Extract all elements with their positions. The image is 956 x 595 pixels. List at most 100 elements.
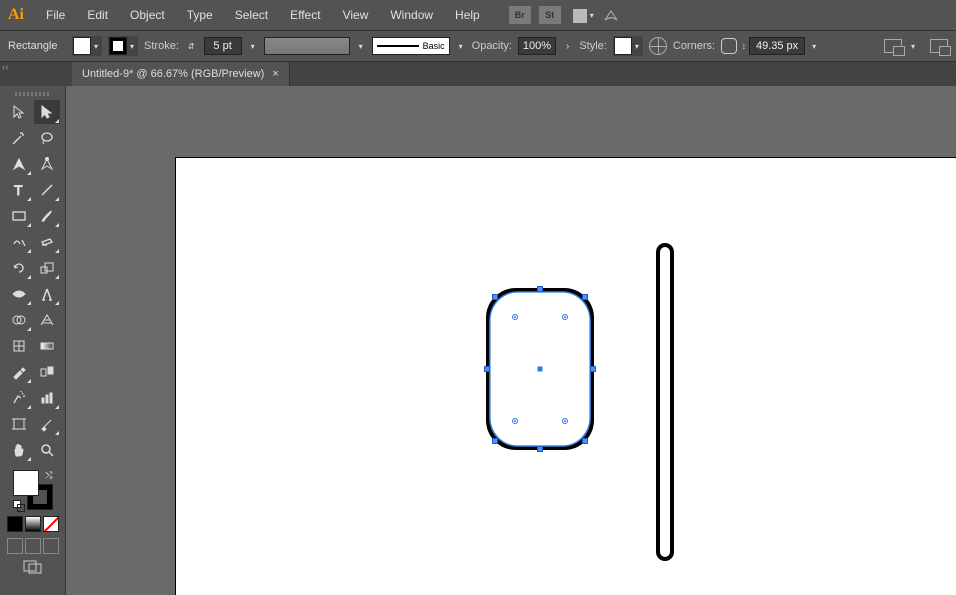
scale-tool[interactable] — [34, 256, 60, 280]
color-mode-none-icon[interactable] — [43, 516, 59, 532]
shaper-tool[interactable] — [6, 230, 32, 254]
stroke-swatch[interactable]: ▾ — [108, 36, 138, 56]
selection-handle[interactable] — [590, 366, 596, 372]
gradient-tool[interactable] — [34, 334, 60, 358]
eraser-tool[interactable] — [34, 230, 60, 254]
type-tool[interactable]: T — [6, 178, 32, 202]
menu-object[interactable]: Object — [120, 4, 175, 26]
selection-handle[interactable] — [492, 438, 498, 444]
opacity-input[interactable] — [518, 37, 556, 55]
blend-tool[interactable] — [34, 360, 60, 384]
line-segment-tool[interactable] — [34, 178, 60, 202]
chevron-down-icon: ▾ — [590, 11, 594, 20]
curvature-tool[interactable] — [34, 152, 60, 176]
graphic-style-swatch[interactable]: ▾ — [613, 36, 643, 56]
arrange-documents-icon[interactable]: ▾ — [572, 8, 594, 22]
draw-behind-icon[interactable] — [25, 538, 41, 554]
selection-handle[interactable] — [492, 294, 498, 300]
chevron-down-icon[interactable]: ▾ — [908, 42, 918, 51]
collapse-handle-icon[interactable]: ‹‹ — [2, 62, 9, 73]
chevron-down-icon[interactable]: ▾ — [809, 42, 819, 51]
fill-color-icon[interactable] — [13, 470, 39, 496]
rounded-rectangle-shape[interactable] — [486, 288, 594, 450]
chevron-right-icon[interactable]: › — [562, 41, 573, 52]
selection-handle[interactable] — [582, 294, 588, 300]
rectangle-tool[interactable] — [6, 204, 32, 228]
stroke-weight-input[interactable] — [204, 37, 242, 55]
menu-effect[interactable]: Effect — [280, 4, 330, 26]
menu-type[interactable]: Type — [177, 4, 223, 26]
svg-text:T: T — [14, 182, 23, 198]
stock-icon[interactable]: St — [539, 6, 561, 24]
chevron-down-icon[interactable]: ▾ — [127, 42, 137, 51]
eyedropper-tool[interactable] — [6, 360, 32, 384]
search-icon[interactable] — [602, 5, 620, 26]
column-graph-tool[interactable] — [34, 386, 60, 410]
rotate-tool[interactable] — [6, 256, 32, 280]
fill-swatch[interactable]: ▾ — [72, 36, 102, 56]
selection-tool[interactable] — [6, 100, 32, 124]
chevron-down-icon[interactable]: ▾ — [248, 42, 258, 51]
rounded-rectangle-shape-2[interactable] — [656, 243, 674, 561]
slice-tool[interactable] — [34, 412, 60, 436]
color-mode-row — [7, 516, 59, 532]
corner-widget-icon[interactable] — [562, 314, 568, 320]
width-tool[interactable] — [6, 282, 32, 306]
color-mode-solid-icon[interactable] — [7, 516, 23, 532]
corner-widget-icon[interactable] — [562, 418, 568, 424]
lasso-tool[interactable] — [34, 126, 60, 150]
corner-widget-icon[interactable] — [512, 418, 518, 424]
app-logo-icon: Ai — [4, 3, 28, 27]
menu-select[interactable]: Select — [225, 4, 278, 26]
transform-icon[interactable] — [930, 39, 948, 53]
free-transform-tool[interactable] — [34, 282, 60, 306]
tools-panel: T ⤭ — [0, 86, 66, 595]
menu-edit[interactable]: Edit — [77, 4, 118, 26]
corner-radius-input[interactable] — [749, 37, 805, 55]
selection-handle[interactable] — [484, 366, 490, 372]
brush-definition[interactable]: Basic — [372, 37, 450, 55]
draw-inside-icon[interactable] — [43, 538, 59, 554]
symbol-sprayer-tool[interactable] — [6, 386, 32, 410]
swap-fill-stroke-icon[interactable]: ⤭ — [45, 470, 52, 481]
selection-handle[interactable] — [537, 446, 543, 452]
screen-mode-icon[interactable] — [23, 560, 43, 574]
mesh-tool[interactable] — [6, 334, 32, 358]
chevron-down-icon[interactable]: ▾ — [456, 42, 466, 51]
chevron-down-icon[interactable]: ▾ — [356, 42, 366, 51]
align-to-icon[interactable] — [884, 39, 902, 53]
direct-selection-tool[interactable] — [34, 100, 60, 124]
draw-normal-icon[interactable] — [7, 538, 23, 554]
selection-handle[interactable] — [582, 438, 588, 444]
magic-wand-tool[interactable] — [6, 126, 32, 150]
menu-view[interactable]: View — [333, 4, 379, 26]
selection-handle[interactable] — [537, 286, 543, 292]
variable-width-profile[interactable] — [264, 37, 350, 55]
close-icon[interactable]: × — [272, 68, 278, 80]
menu-window[interactable]: Window — [380, 4, 443, 26]
shape-builder-tool[interactable] — [6, 308, 32, 332]
chevron-down-icon[interactable]: ▾ — [632, 42, 642, 51]
menu-file[interactable]: File — [36, 4, 75, 26]
default-fill-stroke-icon[interactable] — [13, 500, 23, 510]
recolor-artwork-icon[interactable] — [649, 37, 667, 55]
document-tab[interactable]: Untitled-9* @ 66.67% (RGB/Preview) × — [72, 62, 290, 86]
stepper-icon[interactable]: ⇵ — [185, 42, 198, 51]
bridge-icon[interactable]: Br — [509, 6, 531, 24]
fill-stroke-control[interactable]: ⤭ — [13, 470, 53, 510]
paintbrush-tool[interactable] — [34, 204, 60, 228]
artboard-tool[interactable] — [6, 412, 32, 436]
pen-tool[interactable] — [6, 152, 32, 176]
panel-grip-icon[interactable] — [15, 92, 51, 96]
color-mode-gradient-icon[interactable] — [25, 516, 41, 532]
hand-tool[interactable] — [6, 438, 32, 462]
zoom-tool[interactable] — [34, 438, 60, 462]
chevron-down-icon[interactable]: ▾ — [91, 42, 101, 51]
perspective-grid-tool[interactable] — [34, 308, 60, 332]
corner-radius-link-icon[interactable] — [721, 38, 737, 54]
corner-widget-icon[interactable] — [512, 314, 518, 320]
menu-help[interactable]: Help — [445, 4, 490, 26]
canvas-area[interactable] — [66, 86, 956, 595]
artboard[interactable] — [176, 158, 956, 595]
stroke-weight-label: Stroke: — [144, 40, 179, 52]
